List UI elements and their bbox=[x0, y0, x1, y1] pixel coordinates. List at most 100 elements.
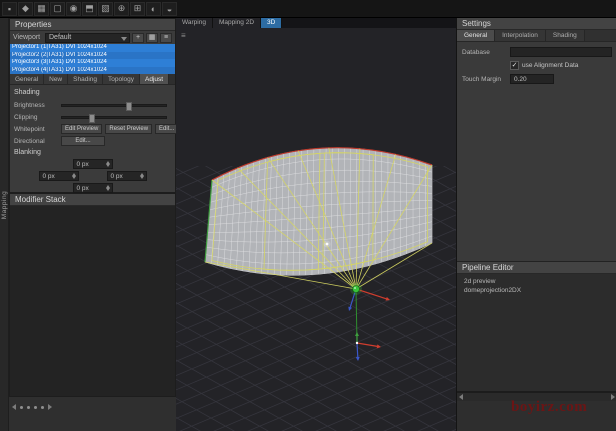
pager-dot[interactable] bbox=[34, 406, 37, 409]
alignment-checkbox-row: ✓ use Alignment Data bbox=[510, 61, 612, 70]
pager-prev-icon[interactable] bbox=[12, 404, 16, 410]
modifier-stack-panel: Modifier Stack bbox=[9, 193, 176, 397]
viewport-menu-icon[interactable]: ≡ bbox=[181, 32, 186, 40]
pipeline-editor-panel: Pipeline Editor 2d preview domeprojectio… bbox=[457, 262, 616, 392]
viewport-3d: Warping Mapping 2D 3D ≡ bbox=[176, 18, 456, 431]
scene-canvas[interactable] bbox=[176, 28, 456, 431]
step-down-icon[interactable] bbox=[72, 176, 76, 179]
blanking-bottom-value: 0 px bbox=[77, 185, 89, 192]
blanking-section-label: Blanking bbox=[14, 149, 171, 157]
database-label: Database bbox=[462, 49, 506, 56]
settings-content: Database ✓ use Alignment Data Touch Marg… bbox=[457, 42, 616, 89]
blanking-top-spinbox[interactable]: 0 px bbox=[73, 159, 113, 169]
properties-panel-title: Properties bbox=[10, 19, 175, 31]
viewport-label: Viewport bbox=[13, 34, 43, 41]
tab-new[interactable]: New bbox=[44, 74, 68, 84]
tab-3d[interactable]: 3D bbox=[261, 18, 282, 28]
viewport-combo-value: Default bbox=[49, 34, 71, 41]
watermark-text: boyirz.com bbox=[511, 399, 587, 416]
edit-preview-button[interactable]: Edit Preview bbox=[61, 124, 102, 134]
target-tool-icon[interactable]: ⊕ bbox=[114, 2, 129, 16]
tab-general[interactable]: General bbox=[10, 74, 44, 84]
cube-tool-icon[interactable]: ▧ bbox=[98, 2, 113, 16]
sphere-tool-icon[interactable]: ◉ bbox=[66, 2, 81, 16]
viewport-tab-bar: Warping Mapping 2D 3D bbox=[176, 18, 456, 28]
pipeline-list: 2d preview domeprojection2DX bbox=[457, 274, 616, 298]
brightness-row: Brightness bbox=[14, 99, 171, 111]
alignment-checkbox[interactable]: ✓ bbox=[510, 61, 519, 70]
projector-list-item[interactable]: Projector2 (2|TA31) DVI 1024x1024 bbox=[10, 52, 175, 60]
projector-list-item[interactable]: Projector3 (3|TA31) DVI 1024x1024 bbox=[10, 59, 175, 67]
select-icon[interactable]: ▪ bbox=[2, 2, 17, 16]
shading-section-label: Shading bbox=[14, 89, 171, 97]
scroll-left-icon[interactable] bbox=[459, 394, 463, 400]
touch-margin-field[interactable]: 0.20 bbox=[510, 74, 554, 84]
projector-list-item[interactable]: Projector1 (1|TA31) DVI 1024x1024 bbox=[10, 44, 175, 52]
mask-tool-icon[interactable]: ◒ bbox=[162, 2, 177, 16]
tab-settings-general[interactable]: General bbox=[457, 30, 495, 41]
blanking-bottom-spinbox[interactable]: 0 px bbox=[73, 183, 113, 193]
tab-settings-interpolation[interactable]: Interpolation bbox=[495, 30, 546, 41]
modifier-stack-list[interactable] bbox=[10, 206, 175, 396]
application-window: ▪ ◆ ▦ ▢ ◉ ⬒ ▧ ⊕ ⊞ ◐ ◒ Mapping Properties… bbox=[0, 0, 616, 431]
pipeline-editor-title: Pipeline Editor bbox=[457, 262, 616, 274]
touch-margin-label: Touch Margin bbox=[462, 76, 506, 83]
contrast-tool-icon[interactable]: ◐ bbox=[146, 2, 161, 16]
scene-container bbox=[176, 28, 456, 431]
right-dock: Settings General Interpolation Shading D… bbox=[456, 18, 616, 431]
projector-list: Projector1 (1|TA31) DVI 1024x1024 Projec… bbox=[10, 44, 175, 74]
tab-topology[interactable]: Topology bbox=[103, 74, 140, 84]
tab-settings-shading[interactable]: Shading bbox=[546, 30, 585, 41]
pager-dot[interactable] bbox=[20, 406, 23, 409]
scroll-right-icon[interactable] bbox=[611, 394, 615, 400]
properties-tab-bar: General New Shading Topology Adjust bbox=[10, 74, 175, 85]
clipping-slider[interactable] bbox=[61, 116, 167, 119]
pager-dot[interactable] bbox=[27, 406, 30, 409]
pipeline-item[interactable]: 2d preview bbox=[464, 277, 610, 286]
step-down-icon[interactable] bbox=[106, 188, 110, 191]
whitepoint-edit-button[interactable]: Edit... bbox=[155, 124, 178, 134]
blanking-left-spinbox[interactable]: 0 px bbox=[39, 171, 79, 181]
blanking-right-spinbox[interactable]: 0 px bbox=[107, 171, 147, 181]
blanking-top-row: 0 px bbox=[14, 159, 171, 169]
blanking-right-value: 0 px bbox=[111, 173, 123, 180]
settings-panel: Settings General Interpolation Shading D… bbox=[457, 18, 616, 262]
database-row: Database bbox=[462, 47, 612, 57]
add-viewport-button[interactable]: + bbox=[132, 33, 144, 43]
tab-adjust[interactable]: Adjust bbox=[140, 74, 169, 84]
pager-dot[interactable] bbox=[41, 406, 44, 409]
screen-tool-icon[interactable]: ▢ bbox=[50, 2, 65, 16]
brightness-slider[interactable] bbox=[61, 104, 167, 107]
touch-margin-row: Touch Margin 0.20 bbox=[462, 74, 612, 84]
pipeline-item[interactable]: domeprojection2DX bbox=[464, 286, 610, 295]
step-down-icon[interactable] bbox=[106, 164, 110, 167]
reset-preview-button[interactable]: Reset Preview bbox=[105, 124, 152, 134]
directional-label: Directional bbox=[14, 138, 58, 145]
clipping-slider-handle[interactable] bbox=[89, 114, 95, 123]
step-down-icon[interactable] bbox=[140, 176, 144, 179]
directional-edit-button[interactable]: Edit... bbox=[61, 136, 105, 146]
tab-mapping-2d[interactable]: Mapping 2D bbox=[213, 18, 261, 28]
viewport-row: Viewport Default + ▦ ≡ bbox=[10, 31, 175, 44]
tab-shading[interactable]: Shading bbox=[68, 74, 103, 84]
settings-panel-title: Settings bbox=[457, 18, 616, 30]
blanking-middle-row: 0 px 0 px bbox=[14, 171, 171, 181]
projector-list-item[interactable]: Projector4 (4|TA31) DVI 1024x1024 bbox=[10, 67, 175, 75]
grid-tool-icon[interactable]: ▦ bbox=[34, 2, 49, 16]
tab-warping[interactable]: Warping bbox=[176, 18, 213, 28]
grid-view-button[interactable]: ▦ bbox=[146, 33, 158, 43]
settings-tab-bar: General Interpolation Shading bbox=[457, 30, 616, 42]
viewport-combo[interactable]: Default bbox=[45, 33, 130, 43]
blanking-left-value: 0 px bbox=[43, 173, 55, 180]
database-field[interactable] bbox=[510, 47, 612, 57]
modifier-stack-title: Modifier Stack bbox=[10, 194, 175, 206]
diamond-tool-icon[interactable]: ◆ bbox=[18, 2, 33, 16]
clipping-label: Clipping bbox=[14, 114, 58, 121]
pager-next-icon[interactable] bbox=[48, 404, 52, 410]
properties-content: Shading Brightness Clipping Whitepoint E… bbox=[10, 85, 175, 197]
list-view-button[interactable]: ≡ bbox=[160, 33, 172, 43]
layout-tool-icon[interactable]: ⊞ bbox=[130, 2, 145, 16]
directional-row: Directional Edit... bbox=[14, 135, 171, 147]
brightness-slider-handle[interactable] bbox=[126, 102, 132, 111]
dome-tool-icon[interactable]: ⬒ bbox=[82, 2, 97, 16]
